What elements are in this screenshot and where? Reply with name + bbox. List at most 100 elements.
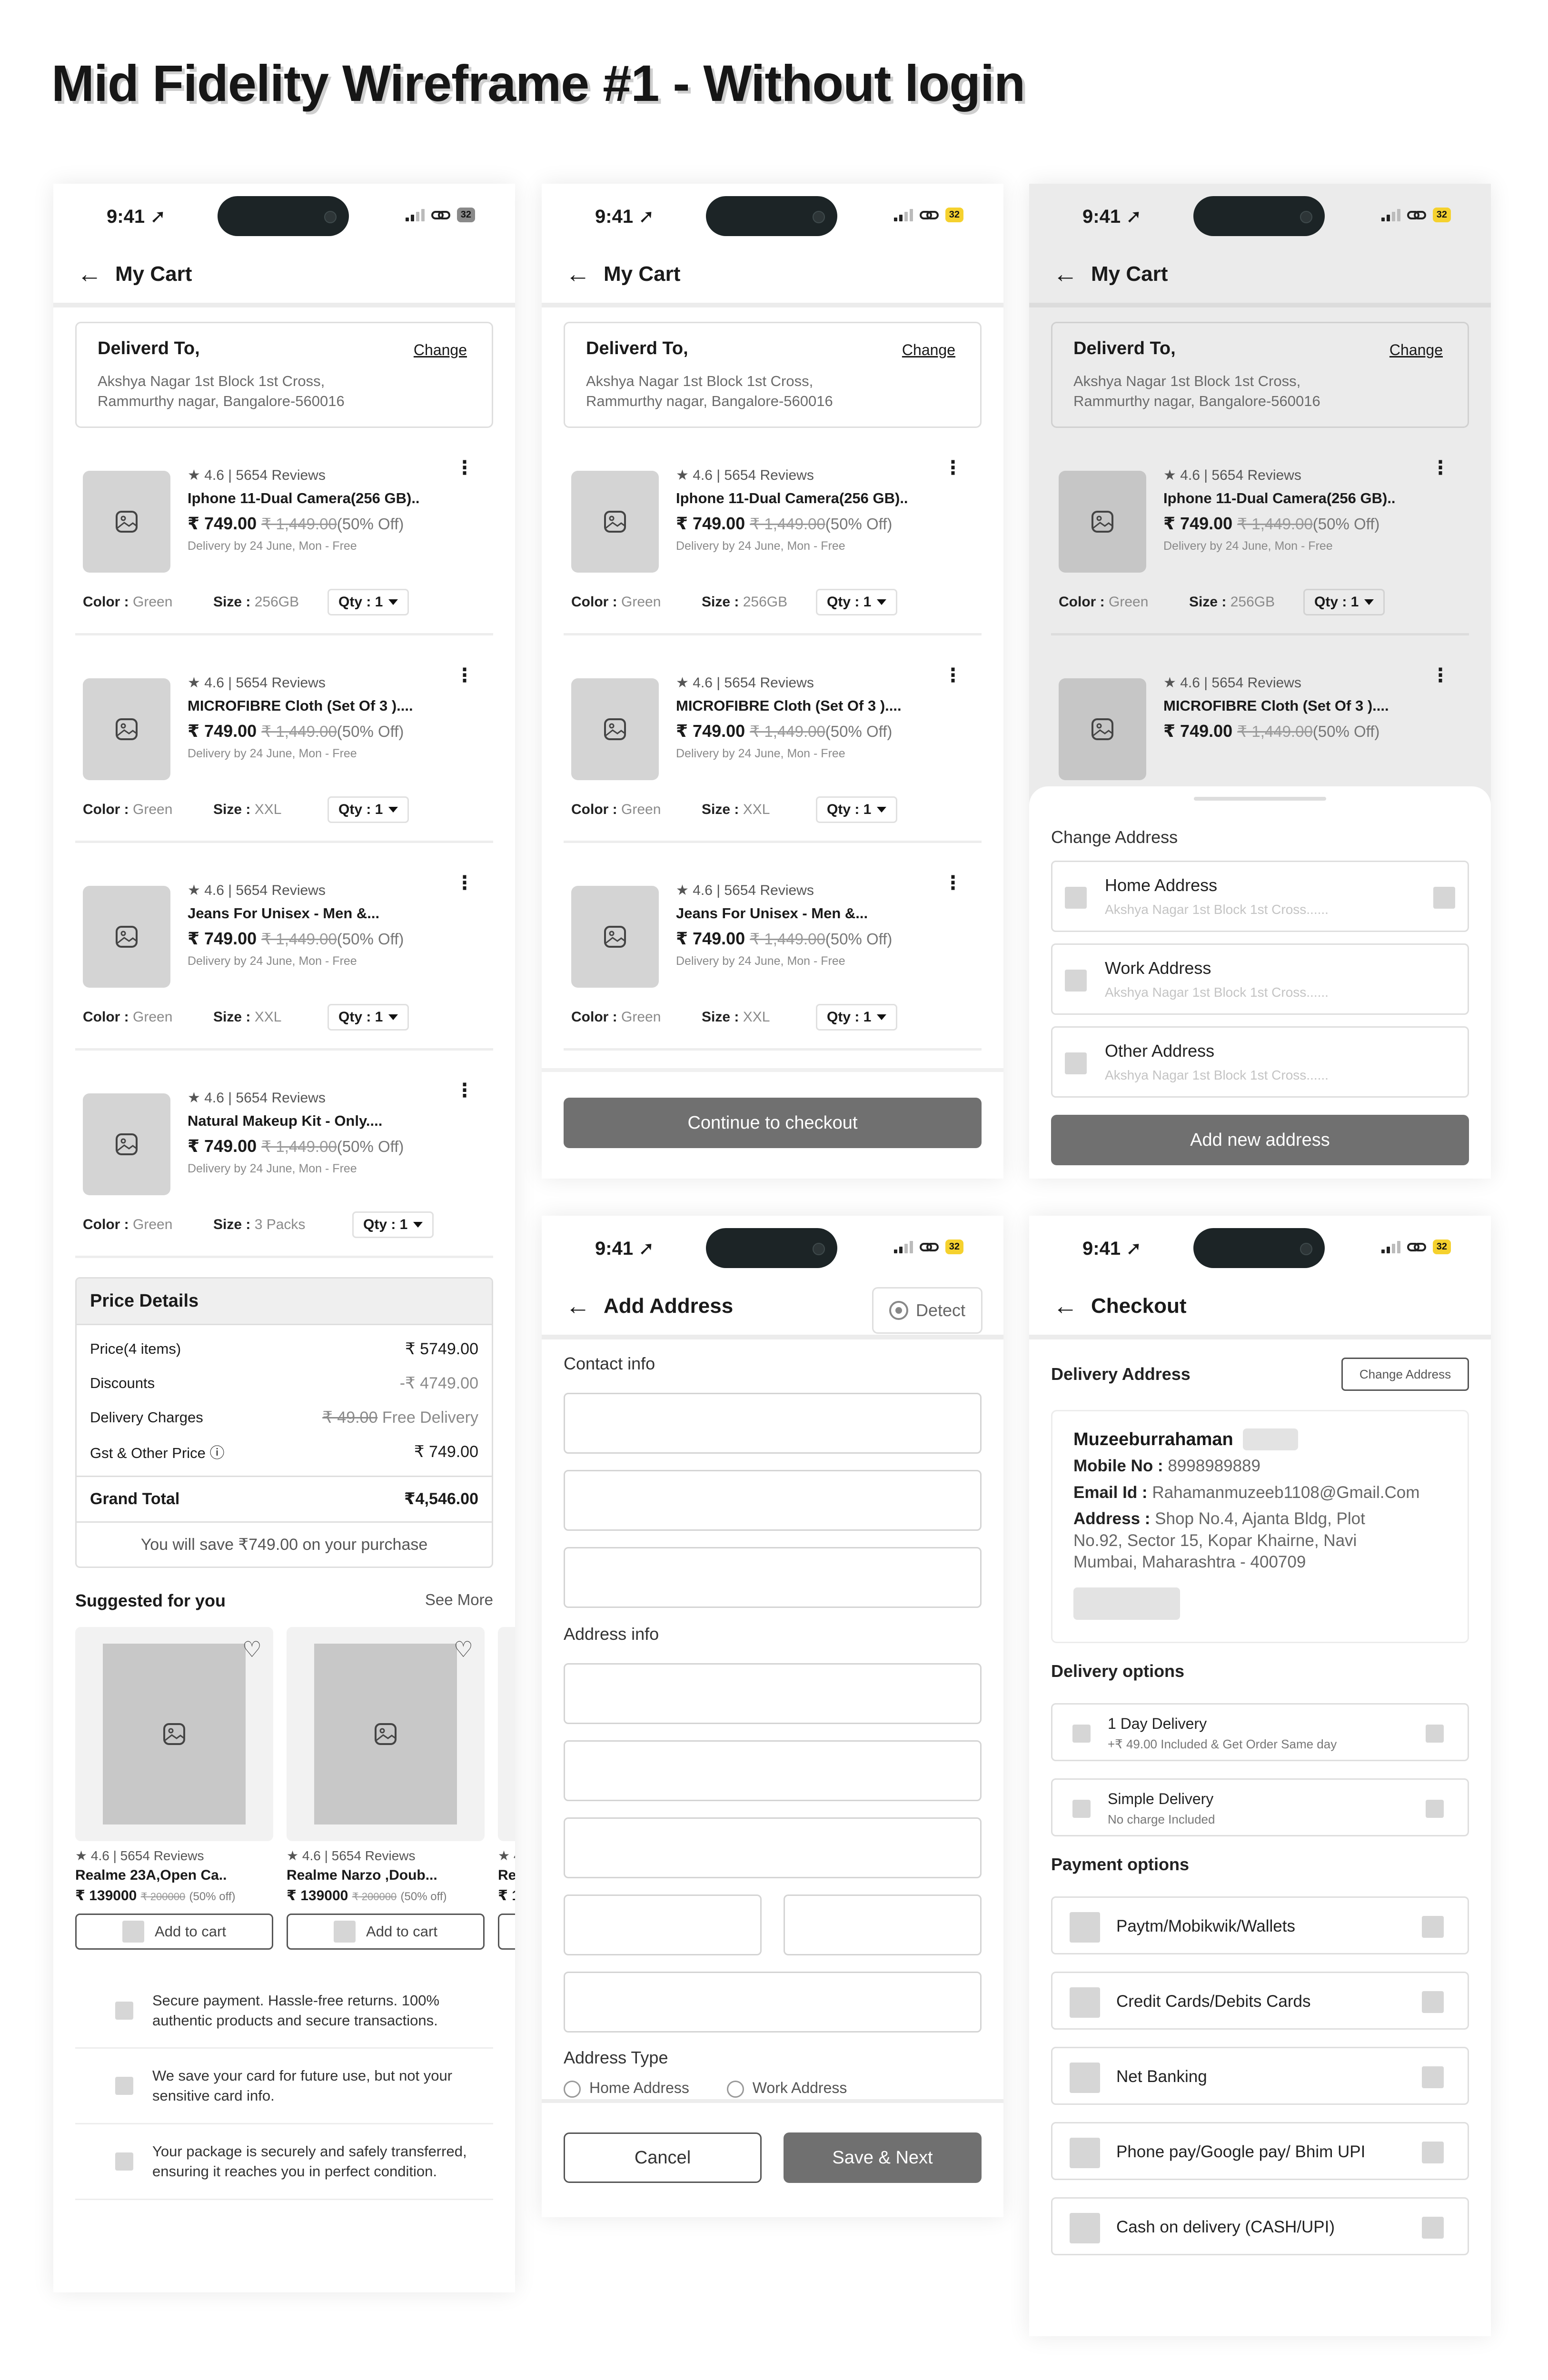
cart-item: ⋮ ★ 4.6 | 5654 Reviews Iphone 11-Dual Ca…	[1051, 428, 1469, 635]
more-menu-icon[interactable]: ⋮	[455, 458, 474, 477]
add-address-screen: 9:41 ➚ 32 ← Add Address Detect Contact i…	[542, 1216, 1003, 2217]
delivery-option[interactable]: 1 Day Delivery +₹ 49.00 Included & Get Or…	[1051, 1703, 1469, 1761]
qty-dropdown[interactable]: Qty : 1	[816, 796, 898, 823]
cancel-button[interactable]: Cancel	[564, 2132, 762, 2183]
work-type-radio[interactable]: Work Address	[726, 2079, 847, 2098]
delivery-option[interactable]: Simple Delivery No charge Included	[1051, 1778, 1469, 1836]
home-type-radio[interactable]: Home Address	[564, 2079, 689, 2098]
contact-field-1[interactable]	[564, 1393, 982, 1454]
payment-option[interactable]: Cash on delivery (CASH/UPI)	[1051, 2197, 1469, 2255]
product-title[interactable]: Jeans For Unisex - Men &...	[676, 905, 868, 922]
product-title[interactable]: Iphone 11-Dual Camera(256 GB)..	[1163, 490, 1396, 507]
back-arrow-icon[interactable]: ←	[1053, 262, 1078, 287]
add-to-cart-button[interactable]: Add to cart	[287, 1913, 485, 1950]
suggested-carousel[interactable]: ♡ ★ 4.6 | 5654 Reviews Realme 23A,Open C…	[75, 1626, 515, 1950]
more-menu-icon[interactable]: ⋮	[1431, 666, 1450, 685]
payment-option[interactable]: Credit Cards/Debits Cards	[1051, 1972, 1469, 2030]
address-field-1[interactable]	[564, 1663, 982, 1724]
qty-dropdown[interactable]: Qty : 1	[327, 796, 409, 823]
back-arrow-icon[interactable]: ←	[566, 262, 590, 287]
product-rating: ★ 4.6 | 5654 Reviews	[1163, 674, 1301, 691]
product-title[interactable]: Natural Makeup Kit - Only....	[188, 1112, 382, 1130]
delivery-info: Delivery by 24 June, Mon - Free	[188, 539, 357, 553]
checkbox[interactable]	[1065, 1052, 1087, 1074]
qty-dropdown[interactable]: Qty : 1	[327, 1003, 409, 1031]
product-rating: ★ 4.6 | 5654 Reviews	[676, 467, 814, 483]
qty-dropdown[interactable]: Qty : 1	[816, 1003, 898, 1031]
back-arrow-icon[interactable]: ←	[566, 1294, 590, 1319]
address-option[interactable]: Other Address Akshya Nagar 1st Block 1st …	[1051, 1026, 1469, 1098]
change-address-link[interactable]: Change	[414, 341, 467, 359]
heart-icon[interactable]: ♡	[454, 1638, 473, 1660]
save-next-button[interactable]: Save & Next	[784, 2132, 982, 2183]
color-attr: Color : Green	[83, 1009, 173, 1025]
product-title[interactable]: MICROFIBRE Cloth (Set Of 3 )....	[1163, 697, 1389, 714]
change-address-link[interactable]: Change	[902, 341, 955, 359]
add-to-cart-button[interactable]: Add to cart	[75, 1913, 273, 1950]
qty-dropdown[interactable]: Qty : 1	[816, 588, 898, 615]
more-menu-icon[interactable]: ⋮	[943, 873, 963, 892]
payment-option[interactable]: Net Banking	[1051, 2047, 1469, 2105]
change-address-button[interactable]: Change Address	[1341, 1358, 1469, 1391]
checkbox[interactable]	[1065, 887, 1087, 909]
payment-option[interactable]: Paytm/Mobikwik/Wallets	[1051, 1896, 1469, 1954]
sheet-grabber[interactable]	[1194, 797, 1326, 801]
add-new-address-button[interactable]: Add new address	[1051, 1115, 1469, 1165]
change-address-link[interactable]: Change	[1389, 341, 1443, 359]
edit-icon[interactable]	[1433, 887, 1455, 909]
checkbox[interactable]	[1072, 1725, 1091, 1743]
more-menu-icon[interactable]: ⋮	[1431, 458, 1450, 477]
contact-field-2[interactable]	[564, 1470, 982, 1531]
address-type-options: Home Address Work Address	[564, 2079, 847, 2098]
continue-checkout-button[interactable]: Continue to checkout	[564, 1098, 982, 1148]
address-option[interactable]: Home Address Akshya Nagar 1st Block 1st C…	[1051, 861, 1469, 932]
chevron-down-icon	[413, 1221, 423, 1228]
product-title[interactable]: Iphone 11-Dual Camera(256 GB)..	[676, 490, 908, 507]
status-icons: 32	[1381, 208, 1451, 222]
chevron-down-icon	[1364, 599, 1374, 605]
detect-location-button[interactable]: Detect	[872, 1287, 982, 1334]
back-arrow-icon[interactable]: ←	[77, 262, 102, 287]
product-title[interactable]: MICROFIBRE Cloth (Set Of 3 )....	[676, 697, 902, 714]
add-to-cart-button[interactable]	[498, 1913, 515, 1950]
back-arrow-icon[interactable]: ←	[1053, 1294, 1078, 1319]
pincode-field[interactable]	[564, 1972, 982, 2033]
product-title[interactable]: Iphone 11-Dual Camera(256 GB)..	[188, 490, 420, 507]
more-menu-icon[interactable]: ⋮	[455, 666, 474, 685]
qty-dropdown[interactable]: Qty : 1	[1303, 588, 1385, 615]
delivery-options-label: Delivery options	[1051, 1661, 1185, 1681]
battery-icon: 32	[456, 208, 475, 222]
link-icon	[431, 210, 450, 219]
product-attributes: Color : Green Size : 3 Packs Qty : 1	[83, 1211, 434, 1238]
more-menu-icon[interactable]: ⋮	[455, 1081, 474, 1100]
suggested-card-partial[interactable]: ★ 4.6 Re ₹ 1	[498, 1626, 515, 1950]
more-menu-icon[interactable]: ⋮	[455, 873, 474, 892]
size-attr: Size : XXL	[702, 1009, 770, 1025]
qty-dropdown[interactable]: Qty : 1	[327, 588, 409, 615]
mobile-line: Mobile No : 8998989889	[1073, 1457, 1260, 1475]
checkbox[interactable]	[1065, 970, 1087, 992]
address-field-3[interactable]	[564, 1817, 982, 1878]
product-title[interactable]: Jeans For Unisex - Men &...	[188, 905, 379, 922]
address-field-2[interactable]	[564, 1740, 982, 1801]
delivery-info: Delivery by 24 June, Mon - Free	[188, 954, 357, 968]
heart-icon[interactable]: ♡	[242, 1638, 262, 1660]
city-field[interactable]	[564, 1894, 762, 1955]
qty-dropdown[interactable]: Qty : 1	[352, 1211, 434, 1238]
more-menu-icon[interactable]: ⋮	[943, 666, 963, 685]
product-title[interactable]: MICROFIBRE Cloth (Set Of 3 )....	[188, 697, 413, 714]
suggested-card[interactable]: ♡ ★ 4.6 | 5654 Reviews Realme 23A,Open C…	[75, 1626, 273, 1950]
checkbox[interactable]	[1072, 1800, 1091, 1818]
link-icon	[1407, 210, 1426, 219]
more-menu-icon[interactable]: ⋮	[943, 458, 963, 477]
suggested-card[interactable]: ♡ ★ 4.6 | 5654 Reviews Realme Narzo ,Dou…	[287, 1626, 485, 1950]
state-field[interactable]	[784, 1894, 982, 1955]
address-option[interactable]: Work Address Akshya Nagar 1st Block 1st C…	[1051, 943, 1469, 1015]
product-rating: ★ 4.6 | 5654 Reviews	[1163, 467, 1301, 483]
contact-field-3[interactable]	[564, 1547, 982, 1608]
payment-option[interactable]: Phone pay/Google pay/ Bhim UPI	[1051, 2122, 1469, 2180]
link-icon	[919, 210, 939, 219]
see-more-link[interactable]: See More	[425, 1591, 493, 1611]
price: ₹ 749.00	[188, 1136, 257, 1156]
dynamic-island	[1193, 1228, 1325, 1268]
